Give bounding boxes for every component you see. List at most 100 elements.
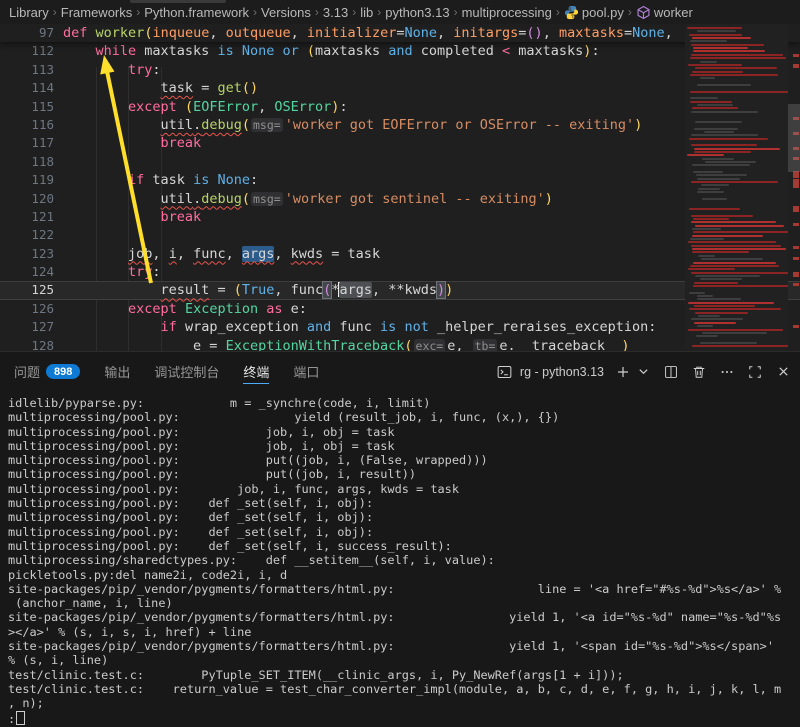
code-line-127[interactable]: 127 if wrap_exception and func is not _h…	[0, 318, 800, 336]
code-text: try:	[63, 61, 161, 79]
line-number[interactable]: 119	[0, 171, 54, 189]
terminal-row: multiprocessing/pool.py: job, i, func, a…	[8, 482, 800, 496]
code-line-122[interactable]: 122	[0, 226, 800, 244]
line-number[interactable]: 116	[0, 116, 54, 134]
code-line-117[interactable]: 117 break	[0, 134, 800, 152]
terminal-row: (anchor_name, i, line)	[8, 596, 800, 610]
terminal-row: site-packages/pip/_vendor/pygments/forma…	[8, 610, 800, 624]
breadcrumb-item-library[interactable]: Library	[9, 5, 49, 20]
pager-prompt: :	[8, 711, 800, 725]
code-lines[interactable]: 112 while maxtasks is None or (maxtasks …	[0, 42, 800, 351]
more-actions-icon[interactable]	[718, 363, 736, 381]
line-number[interactable]: 114	[0, 79, 54, 97]
panel-tab-3[interactable]: 终端	[243, 352, 269, 391]
minimap[interactable]	[685, 24, 788, 351]
line-number[interactable]: 122	[0, 226, 54, 244]
code-text: except Exception as e:	[63, 300, 307, 318]
breadcrumb-item-python-framework[interactable]: Python.framework	[144, 5, 249, 20]
terminal-output[interactable]: idlelib/pyparse.py: m = _synchre(code, i…	[0, 391, 800, 725]
code-line-126[interactable]: 126 except Exception as e:	[0, 300, 800, 318]
code-line-116[interactable]: 116 util.debug(msg='worker got EOFError …	[0, 116, 800, 134]
breadcrumb-separator: ›	[253, 5, 257, 19]
code-text: break	[63, 134, 201, 152]
code-line-118[interactable]: 118	[0, 153, 800, 171]
panel-tab-bar: 问题 898 输出 调试控制台 终端端口 rg - python3.13	[0, 352, 800, 391]
breadcrumb-item-3-13[interactable]: 3.13	[323, 5, 348, 20]
code-line-119[interactable]: 119 if task is None:	[0, 171, 800, 189]
terminal-row: multiprocessing/pool.py: put((job, i, (F…	[8, 453, 800, 467]
breadcrumb: Library › Frameworks › Python.framework › Vers…	[0, 0, 800, 24]
code-line-114[interactable]: 114 task = get()	[0, 79, 800, 97]
line-number[interactable]: 97	[0, 24, 54, 42]
code-line-112[interactable]: 112 while maxtasks is None or (maxtasks …	[0, 42, 800, 60]
breadcrumb-item-pool-py[interactable]: pool.py	[564, 5, 624, 20]
code-line-124[interactable]: 124 try:	[0, 263, 800, 281]
breadcrumb-separator: ›	[315, 5, 319, 19]
panel-tab-2[interactable]: 调试控制台	[154, 352, 219, 391]
breadcrumb-item-worker[interactable]: worker	[636, 5, 693, 20]
terminal-row: , n);	[8, 696, 800, 710]
kill-terminal-icon[interactable]	[690, 363, 708, 381]
line-number[interactable]: 121	[0, 208, 54, 226]
terminal-row: multiprocessing/pool.py: def _set(self, …	[8, 510, 800, 524]
sticky-scroll-line[interactable]: 97 def worker(inqueue, outqueue, initiali…	[0, 24, 800, 42]
terminal-row: test/clinic.test.c: PyTuple_SET_ITEM(__c…	[8, 668, 800, 682]
breadcrumb-item-multiprocessing[interactable]: multiprocessing	[462, 5, 552, 20]
line-number[interactable]: 127	[0, 318, 54, 336]
terminal-session-item[interactable]: rg - python3.13	[496, 363, 604, 381]
symbol-method-icon	[636, 5, 651, 20]
terminal-row: multiprocessing/pool.py: def _set(self, …	[8, 539, 800, 553]
panel-tab-label: 输出	[104, 362, 130, 381]
panel-tab-4[interactable]: 端口	[293, 352, 319, 391]
code-text: job, i, func, args, kwds = task	[63, 245, 380, 263]
code-line-123[interactable]: 123 job, i, func, args, kwds = task	[0, 245, 800, 263]
terminal-row: site-packages/pip/_vendor/pygments/forma…	[8, 582, 800, 596]
line-number[interactable]: 113	[0, 61, 54, 79]
editor-scrollbar-thumb[interactable]	[788, 104, 800, 172]
code-line-113[interactable]: 113 try:	[0, 61, 800, 79]
code-line-128[interactable]: 128 e = ExceptionWithTraceback(exc=e, tb…	[0, 337, 800, 351]
code-text: while maxtasks is None or (maxtasks and …	[63, 42, 600, 60]
code-line-125[interactable]: 125 result = (True, func(*args, **kwds))	[0, 281, 800, 299]
line-number[interactable]: 125	[0, 281, 54, 299]
code-text: except (EOFError, OSError):	[63, 98, 348, 116]
new-terminal-icon[interactable]	[614, 363, 632, 381]
problems-count-badge: 898	[46, 364, 80, 379]
code-text: result = (True, func(*args, **kwds))	[63, 281, 453, 299]
line-number[interactable]: 120	[0, 190, 54, 208]
line-number[interactable]: 123	[0, 245, 54, 263]
panel-tab-1[interactable]: 输出	[104, 352, 130, 391]
close-panel-icon[interactable]	[774, 363, 792, 381]
panel-tab-label: 调试控制台	[154, 362, 219, 381]
maximize-panel-icon[interactable]	[746, 363, 764, 381]
terminal-row: multiprocessing/sharedctypes.py: def __s…	[8, 553, 800, 567]
terminal-row: multiprocessing/pool.py: def _set(self, …	[8, 496, 800, 510]
breadcrumb-item-versions[interactable]: Versions	[261, 5, 311, 20]
code-text: try:	[63, 263, 161, 281]
split-terminal-icon[interactable]	[662, 363, 680, 381]
chevron-down-icon[interactable]	[634, 363, 652, 381]
line-number[interactable]: 115	[0, 98, 54, 116]
breadcrumb-item-lib[interactable]: lib	[360, 5, 373, 20]
line-number[interactable]: 118	[0, 153, 54, 171]
breadcrumb-item-frameworks[interactable]: Frameworks	[61, 5, 133, 20]
breadcrumb-item-python3-13[interactable]: python3.13	[385, 5, 449, 20]
line-number[interactable]: 124	[0, 263, 54, 281]
code-line-97[interactable]: 97 def worker(inqueue, outqueue, initiali…	[0, 24, 800, 42]
panel-tab-label: 问题	[14, 362, 40, 381]
code-line-121[interactable]: 121 break	[0, 208, 800, 226]
breadcrumb-separator: ›	[556, 5, 560, 19]
line-number[interactable]: 126	[0, 300, 54, 318]
code-editor[interactable]: 97 def worker(inqueue, outqueue, initiali…	[0, 24, 800, 351]
code-line-120[interactable]: 120 util.debug(msg='worker got sentinel …	[0, 190, 800, 208]
code-line-115[interactable]: 115 except (EOFError, OSError):	[0, 98, 800, 116]
code-text: if wrap_exception and func is not _helpe…	[63, 318, 656, 336]
line-number[interactable]: 112	[0, 42, 54, 60]
line-number[interactable]: 128	[0, 337, 54, 351]
code-text: break	[63, 208, 201, 226]
terminal-row: idlelib/pyparse.py: m = _synchre(code, i…	[8, 396, 800, 410]
terminal-row: multiprocessing/pool.py: job, i, obj = t…	[8, 439, 800, 453]
panel-tab-0[interactable]: 问题 898	[14, 352, 80, 391]
code-text: def worker(inqueue, outqueue, initialize…	[63, 24, 673, 42]
line-number[interactable]: 117	[0, 134, 54, 152]
